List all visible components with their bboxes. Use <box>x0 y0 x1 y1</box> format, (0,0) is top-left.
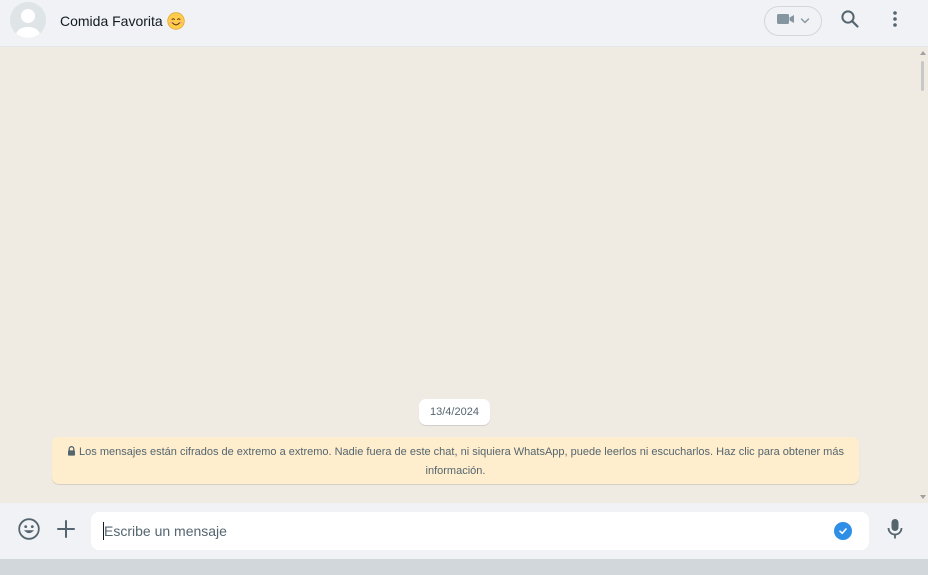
encryption-notice[interactable]: Los mensajes están cifrados de extremo a… <box>52 437 859 484</box>
check-badge-icon[interactable] <box>834 522 852 540</box>
avatar[interactable] <box>10 2 46 38</box>
messages-scrollbar[interactable] <box>919 47 928 503</box>
voice-message-button[interactable] <box>882 518 908 544</box>
microphone-icon <box>887 518 903 545</box>
composer-bar <box>0 503 928 559</box>
smiling-face-emoji-icon <box>167 12 185 30</box>
emoji-icon <box>17 517 41 546</box>
attach-button[interactable] <box>53 518 79 544</box>
video-call-icon <box>776 12 796 31</box>
chat-name: Comida Favorita <box>60 13 163 29</box>
emoji-button[interactable] <box>16 517 42 546</box>
message-composer[interactable] <box>91 512 869 550</box>
chat-title[interactable]: Comida Favorita <box>60 12 185 30</box>
search-icon <box>840 9 860 34</box>
messages-pane[interactable]: 13/4/2024 Los mensajes están cifrados de… <box>0 47 928 503</box>
lock-icon <box>67 444 76 456</box>
chat-header: Comida Favorita <box>0 0 928 47</box>
chevron-down-icon <box>800 12 810 30</box>
scroll-down-arrow-icon[interactable] <box>920 495 926 499</box>
scroll-up-arrow-icon[interactable] <box>920 51 926 55</box>
menu-icon <box>892 10 898 33</box>
avatar-placeholder-icon <box>10 2 46 38</box>
scroll-thumb[interactable] <box>921 61 924 91</box>
video-call-button[interactable] <box>764 6 822 36</box>
search-button[interactable] <box>839 9 861 34</box>
whatsapp-chat-window: Comida Favorita 13/4/2024 Los mensajes e… <box>0 0 928 575</box>
encryption-notice-text: Los mensajes están cifrados de extremo a… <box>79 446 844 477</box>
message-input[interactable] <box>104 512 824 550</box>
plus-icon <box>56 519 76 544</box>
window-bottom-strip <box>0 559 928 575</box>
date-chip: 13/4/2024 <box>419 399 490 425</box>
menu-button[interactable] <box>884 10 906 32</box>
